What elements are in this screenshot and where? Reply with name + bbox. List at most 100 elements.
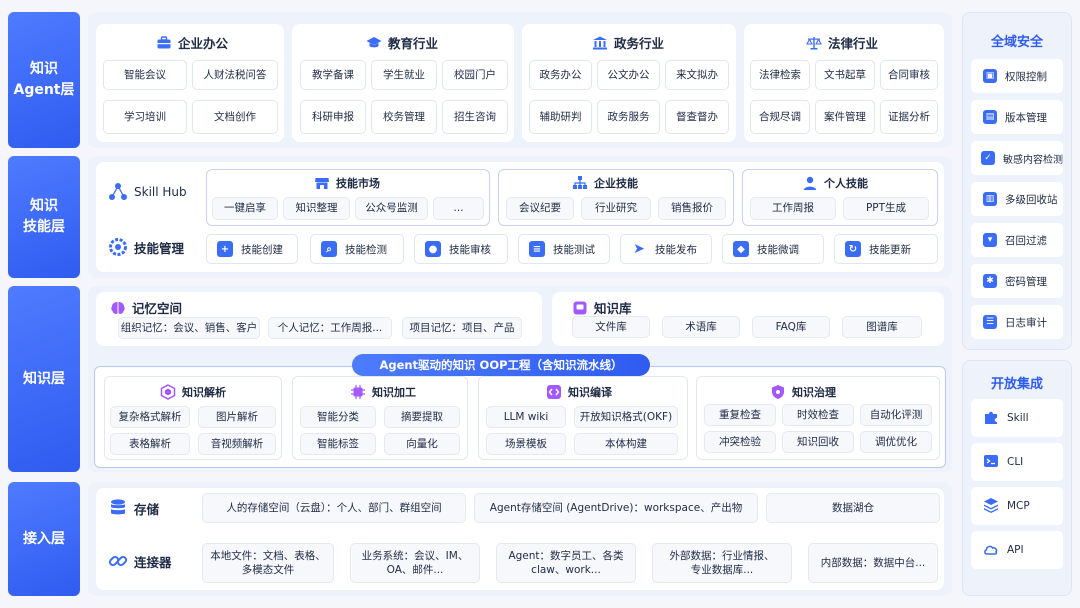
integration-item-api[interactable]: API <box>971 531 1063 569</box>
stage-item[interactable]: 重复检查 <box>704 404 776 426</box>
connector-item[interactable]: 本地文件：文档、表格、 多模态文件 <box>202 543 334 583</box>
stage-item[interactable]: 时效检查 <box>782 404 854 426</box>
sector-item[interactable]: 文档创作 <box>192 100 278 134</box>
security-item-filter[interactable]: ▾ 召回过滤 <box>971 223 1063 257</box>
stage-item[interactable]: 复杂格式解析 <box>110 406 190 428</box>
enterprise-skill-item[interactable]: 销售报价 <box>658 197 726 220</box>
integration-item-mcp[interactable]: MCP <box>971 487 1063 525</box>
personal-skill-item[interactable]: PPT生成 <box>843 197 929 220</box>
connector-item[interactable]: 业务系统：会议、IM、 OA、邮件... <box>350 543 480 583</box>
memory-item[interactable]: 组织记忆：会议、销售、客户 <box>118 317 260 339</box>
stage-item[interactable]: 冲突检验 <box>704 431 776 453</box>
stage-item[interactable]: 场景模板 <box>486 433 566 455</box>
skill-update-button[interactable]: ↻ 技能更新 <box>834 234 938 264</box>
skill-create-button[interactable]: + 技能创建 <box>206 234 298 264</box>
sector-item[interactable]: 智能会议 <box>103 60 187 90</box>
stage-item[interactable]: 智能标签 <box>300 433 376 455</box>
search-icon: ⌕ <box>321 241 337 257</box>
knowledge-base-item[interactable]: 文件库 <box>572 316 650 338</box>
knowledge-pipeline-banner: Agent驱动的知识 OOP工程（含知识流水线） <box>352 354 650 376</box>
skill-review-button[interactable]: ● 技能审核 <box>414 234 508 264</box>
security-item-audit[interactable]: ☰ 日志审计 <box>971 305 1063 339</box>
memory-space-title: 记忆空间 <box>110 298 182 317</box>
storage-item[interactable]: 数据湖仓 <box>766 493 940 523</box>
stage-item[interactable]: 音视频解析 <box>198 433 276 455</box>
key-icon: ✱ <box>983 274 997 288</box>
security-item-recycle[interactable]: ▥ 多级回收站 <box>971 182 1063 216</box>
connector-title: 连接器 <box>108 551 172 571</box>
skill-market-item[interactable]: ... <box>433 197 484 220</box>
sector-item[interactable]: 学习培训 <box>103 100 187 134</box>
skill-check-button[interactable]: ⌕ 技能检测 <box>310 234 404 264</box>
sector-item[interactable]: 政务服务 <box>597 100 660 134</box>
document-icon: ▤ <box>983 110 997 124</box>
scales-icon <box>806 35 822 51</box>
sector-item[interactable]: 来文拟办 <box>665 60 729 90</box>
connector-item[interactable]: 内部数据：数据中台... <box>808 543 938 583</box>
sector-item[interactable]: 公文办公 <box>597 60 660 90</box>
chip-icon <box>350 384 366 400</box>
skill-market-item[interactable]: 一键启享 <box>212 197 278 220</box>
sector-item[interactable]: 文书起草 <box>815 60 875 90</box>
personal-skill-title: 个人技能 <box>802 175 868 191</box>
stage-item[interactable]: 图片解析 <box>198 406 276 428</box>
sector-item[interactable]: 招生咨询 <box>442 100 508 134</box>
stage-item[interactable]: LLM wiki <box>486 406 566 428</box>
stage-item[interactable]: 摘要提取 <box>384 406 460 428</box>
stage-item[interactable]: 调优优化 <box>860 431 932 453</box>
skill-test-button[interactable]: ≡ 技能测试 <box>518 234 610 264</box>
memory-item[interactable]: 项目记忆：项目、产品 <box>402 317 522 339</box>
security-item-password[interactable]: ✱ 密码管理 <box>971 264 1063 298</box>
skill-market-item[interactable]: 公众号监测 <box>355 197 428 220</box>
cube-icon: ◆ <box>733 241 749 257</box>
integration-item-skill[interactable]: Skill <box>971 399 1063 437</box>
sector-item[interactable]: 证据分析 <box>880 100 938 134</box>
integration-title: 开放集成 <box>990 377 1043 392</box>
stage-item[interactable]: 智能分类 <box>300 406 376 428</box>
user-icon <box>802 175 818 191</box>
sector-item[interactable]: 合规尽调 <box>750 100 810 134</box>
stage-item[interactable]: 向量化 <box>384 433 460 455</box>
sector-item[interactable]: 学生就业 <box>371 60 437 90</box>
enterprise-skill-item[interactable]: 会议纪要 <box>506 197 574 220</box>
personal-skill-item[interactable]: 工作周报 <box>750 197 836 220</box>
sector-item[interactable]: 人财法税问答 <box>192 60 278 90</box>
stage-title-parse: 知识解析 <box>160 384 226 400</box>
sector-item[interactable]: 校务管理 <box>371 100 437 134</box>
knowledge-base-item[interactable]: 术语库 <box>662 316 740 338</box>
knowledge-base-item[interactable]: FAQ库 <box>752 316 830 338</box>
code-icon <box>546 384 562 400</box>
security-item-permission[interactable]: ▣ 权限控制 <box>971 59 1063 93</box>
memory-item[interactable]: 个人记忆：工作周报... <box>268 317 392 339</box>
storage-item[interactable]: 人的存储空间（云盘）：个人、部门、群组空间 <box>202 493 466 523</box>
log-icon: ☰ <box>983 315 997 329</box>
storage-item[interactable]: Agent存储空间 (AgentDrive)：workspace、产出物 <box>474 493 758 523</box>
sector-item[interactable]: 教学备课 <box>300 60 366 90</box>
sector-item[interactable]: 政务办公 <box>529 60 592 90</box>
sector-item[interactable]: 辅助研判 <box>529 100 592 134</box>
network-nodes-icon <box>108 182 128 202</box>
sector-item[interactable]: 校园门户 <box>442 60 508 90</box>
security-item-sensitive[interactable]: ✓ 敏感内容检测 <box>971 141 1063 175</box>
knowledge-base-item[interactable]: 图谱库 <box>842 316 922 338</box>
stage-item[interactable]: 本体构建 <box>574 433 678 455</box>
stage-item[interactable]: 开放知识格式(OKF) <box>574 406 678 428</box>
layers-icon <box>983 497 999 516</box>
enterprise-skill-item[interactable]: 行业研究 <box>581 197 651 220</box>
sector-item[interactable]: 科研申报 <box>300 100 366 134</box>
stage-item[interactable]: 知识回收 <box>782 431 854 453</box>
skill-publish-button[interactable]: ➤ 技能发布 <box>620 234 712 264</box>
stage-item[interactable]: 自动化评测 <box>860 404 932 426</box>
skill-market-item[interactable]: 知识整理 <box>283 197 350 220</box>
sector-item[interactable]: 法律检索 <box>750 60 810 90</box>
connector-item[interactable]: Agent：数字员工、各类 claw、work... <box>496 543 636 583</box>
security-item-version[interactable]: ▤ 版本管理 <box>971 100 1063 134</box>
sector-item[interactable]: 督查督办 <box>665 100 729 134</box>
stage-item[interactable]: 表格解析 <box>110 433 190 455</box>
sector-item[interactable]: 案件管理 <box>815 100 875 134</box>
sector-item[interactable]: 合同审核 <box>880 60 938 90</box>
skill-finetune-button[interactable]: ◆ 技能微调 <box>722 234 824 264</box>
layer-label-knowledge: 知识层 <box>8 286 80 472</box>
connector-item[interactable]: 外部数据：行业情报、 专业数据库... <box>652 543 792 583</box>
integration-item-cli[interactable]: CLI <box>971 443 1063 481</box>
